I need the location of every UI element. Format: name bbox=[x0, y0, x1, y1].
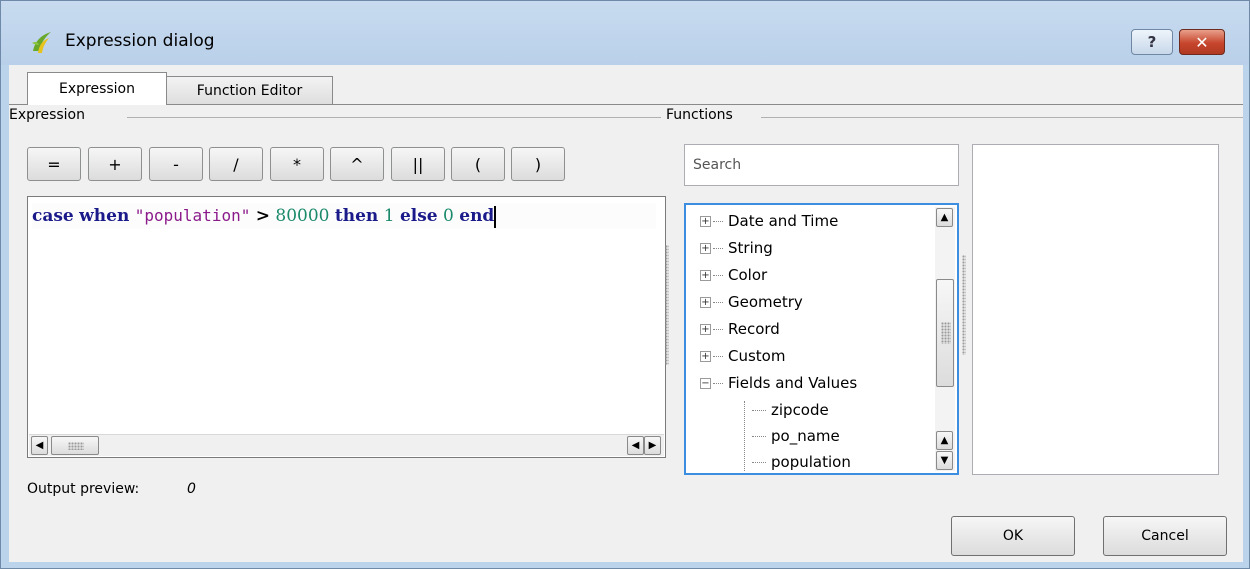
expression-token: 80000 bbox=[275, 206, 330, 226]
expression-token: 0 bbox=[443, 206, 454, 226]
expression-token: end bbox=[459, 206, 495, 226]
tree-field-population[interactable]: population bbox=[752, 449, 851, 475]
tab-expression-label: Expression bbox=[59, 81, 135, 97]
splitter-handle-right[interactable] bbox=[962, 255, 966, 355]
divide-button[interactable]: / bbox=[209, 147, 263, 181]
plus-button[interactable]: + bbox=[88, 147, 142, 181]
tree-field-po-name[interactable]: po_name bbox=[752, 423, 840, 449]
equals-button[interactable]: = bbox=[27, 147, 81, 181]
tree-group-geometry[interactable]: + Geometry bbox=[700, 289, 803, 315]
tree-connector-line bbox=[744, 401, 745, 471]
function-search-input[interactable] bbox=[684, 144, 959, 186]
tree-group-string[interactable]: + String bbox=[700, 235, 773, 261]
title-bar: Expression dialog ? ✕ bbox=[1, 1, 1249, 65]
function-help-panel bbox=[972, 144, 1219, 475]
window-title: Expression dialog bbox=[65, 31, 215, 51]
expression-group-label: Expression bbox=[9, 107, 89, 123]
editor-scroll-thumb[interactable] bbox=[51, 436, 99, 455]
plus-box-icon[interactable]: + bbox=[700, 323, 711, 335]
plus-box-icon[interactable]: + bbox=[700, 215, 711, 227]
power-button[interactable]: ^ bbox=[330, 147, 384, 181]
editor-horizontal-scrollbar[interactable]: ◀ ◀ ▶ bbox=[29, 434, 664, 456]
scroll-up-icon[interactable]: ▲ bbox=[936, 431, 953, 450]
scroll-left-right-icon[interactable]: ◀ bbox=[627, 436, 644, 455]
minus-box-icon[interactable]: − bbox=[700, 377, 711, 389]
expression-token: then bbox=[334, 206, 379, 226]
tree-scroll-thumb[interactable] bbox=[936, 279, 954, 387]
tree-vertical-scrollbar[interactable]: ▲ ▲ ▼ bbox=[935, 207, 955, 471]
cancel-button[interactable]: Cancel bbox=[1103, 516, 1227, 556]
expression-code-line[interactable]: case when "population" > 80000 then 1 el… bbox=[32, 203, 656, 229]
scroll-left-icon[interactable]: ◀ bbox=[31, 436, 48, 455]
grip-icon bbox=[68, 442, 84, 450]
expression-dialog-window: Expression dialog ? ✕ Expression Functio… bbox=[0, 0, 1250, 569]
scroll-down-icon[interactable]: ▼ bbox=[936, 451, 953, 470]
tree-group-fields-and-values[interactable]: − Fields and Values bbox=[700, 370, 857, 396]
close-button[interactable]: ✕ bbox=[1179, 29, 1225, 55]
plus-box-icon[interactable]: + bbox=[700, 269, 711, 281]
expression-group-line bbox=[127, 117, 661, 118]
tree-field-zipcode[interactable]: zipcode bbox=[752, 397, 829, 423]
qgis-icon bbox=[32, 32, 51, 53]
tab-function-editor-label: Function Editor bbox=[196, 82, 303, 99]
output-preview-value: 0 bbox=[187, 481, 196, 497]
expression-token: case bbox=[32, 206, 74, 226]
grip-icon bbox=[941, 322, 951, 344]
output-preview-label: Output preview: bbox=[27, 481, 140, 497]
plus-box-icon[interactable]: + bbox=[700, 242, 711, 254]
help-icon: ? bbox=[1147, 33, 1157, 51]
function-tree[interactable]: + Date and Time + String + Color + Geome… bbox=[684, 203, 959, 475]
dialog-body: Expression Function Editor Expression Fu… bbox=[9, 65, 1243, 562]
functions-group-line bbox=[761, 117, 1243, 118]
tree-group-color[interactable]: + Color bbox=[700, 262, 767, 288]
open-paren-button[interactable]: ( bbox=[451, 147, 505, 181]
text-caret bbox=[494, 205, 497, 228]
expression-editor[interactable]: case when "population" > 80000 then 1 el… bbox=[27, 196, 666, 458]
multiply-button[interactable]: * bbox=[270, 147, 324, 181]
concat-button[interactable]: || bbox=[391, 147, 445, 181]
tab-strip-border bbox=[9, 104, 1243, 105]
functions-group-label: Functions bbox=[666, 107, 737, 123]
tree-group-date-and-time[interactable]: + Date and Time bbox=[700, 208, 838, 234]
close-paren-button[interactable]: ) bbox=[511, 147, 565, 181]
tab-expression[interactable]: Expression bbox=[27, 72, 167, 105]
tree-group-record[interactable]: + Record bbox=[700, 316, 780, 342]
scroll-up-icon[interactable]: ▲ bbox=[936, 208, 953, 227]
tab-function-editor[interactable]: Function Editor bbox=[166, 76, 333, 104]
splitter-handle-left[interactable] bbox=[665, 245, 669, 365]
help-button[interactable]: ? bbox=[1131, 29, 1173, 55]
scroll-right-icon[interactable]: ▶ bbox=[644, 436, 661, 455]
tree-group-custom[interactable]: + Custom bbox=[700, 343, 785, 369]
expression-token: 1 bbox=[383, 206, 395, 226]
expression-token: "population" bbox=[134, 206, 251, 225]
close-icon: ✕ bbox=[1195, 32, 1209, 52]
minus-button[interactable]: - bbox=[149, 147, 203, 181]
expression-token: > bbox=[255, 206, 270, 226]
expression-token: when bbox=[79, 206, 130, 226]
plus-box-icon[interactable]: + bbox=[700, 296, 711, 308]
ok-button[interactable]: OK bbox=[951, 516, 1075, 556]
expression-token: else bbox=[399, 206, 438, 226]
plus-box-icon[interactable]: + bbox=[700, 350, 711, 362]
